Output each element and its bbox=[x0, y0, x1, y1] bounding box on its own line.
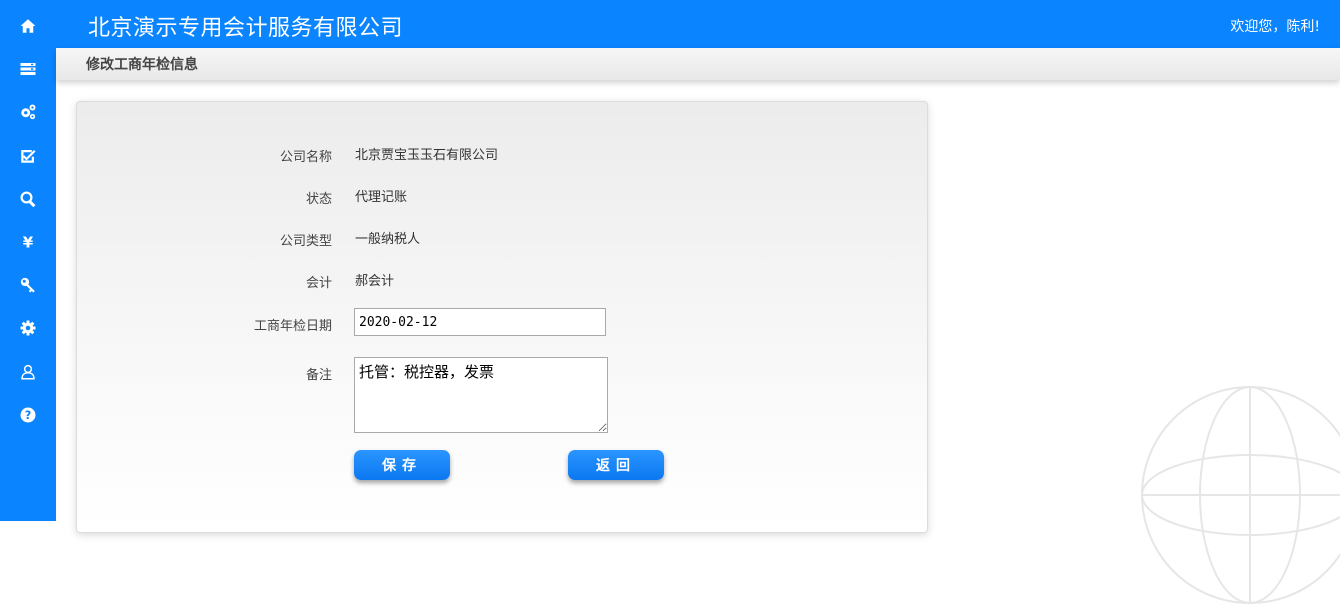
svg-text:?: ? bbox=[25, 409, 32, 422]
company-type-value: 一般纳税人 bbox=[355, 232, 421, 247]
user-icon bbox=[21, 364, 35, 380]
accountant-value: 郝会计 bbox=[355, 274, 395, 289]
top-bar: 北京演示专用会计服务有限公司 欢迎您，陈利! bbox=[56, 0, 1340, 48]
sidebar-item-search[interactable] bbox=[0, 179, 56, 219]
page-header: 修改工商年检信息 bbox=[56, 48, 1340, 80]
sidebar-item-gears[interactable] bbox=[0, 92, 56, 132]
sidebar-item-help[interactable]: ? bbox=[0, 395, 56, 435]
edit-form-card: 公司名称 北京贾宝玉玉石有限公司 状态 代理记账 公司类型 一般纳税人 会计 郝… bbox=[76, 101, 928, 533]
accountant-label: 会计 bbox=[305, 276, 332, 291]
sidebar-item-home[interactable] bbox=[0, 6, 56, 46]
sidebar-item-tasks[interactable] bbox=[0, 136, 56, 176]
back-button[interactable]: 返回 bbox=[568, 450, 664, 480]
app-title: 北京演示专用会计服务有限公司 bbox=[88, 16, 404, 41]
save-button[interactable]: 保存 bbox=[354, 450, 450, 480]
status-value: 代理记账 bbox=[355, 190, 408, 205]
list-icon bbox=[20, 63, 36, 75]
home-icon bbox=[20, 19, 36, 33]
globe-watermark-icon bbox=[1141, 386, 1340, 604]
gear-icon bbox=[20, 320, 36, 336]
sidebar-item-settings[interactable] bbox=[0, 308, 56, 348]
help-icon: ? bbox=[20, 407, 36, 423]
inspection-date-input[interactable] bbox=[354, 308, 606, 336]
remark-textarea[interactable]: 托管：税控器，发票 bbox=[354, 357, 608, 433]
status-label: 状态 bbox=[305, 192, 332, 207]
company-name-label: 公司名称 bbox=[279, 150, 332, 165]
sidebar-item-user[interactable] bbox=[0, 352, 56, 392]
sidebar-item-list[interactable] bbox=[0, 49, 56, 89]
sidebar-item-keys[interactable] bbox=[0, 265, 56, 305]
svg-text:¥: ¥ bbox=[23, 233, 34, 251]
company-name-value: 北京贾宝玉玉石有限公司 bbox=[355, 148, 499, 163]
page-title: 修改工商年检信息 bbox=[86, 57, 198, 73]
key-icon bbox=[20, 277, 35, 293]
inspection-date-label: 工商年检日期 bbox=[253, 319, 332, 334]
check-square-icon bbox=[21, 150, 36, 163]
welcome-text: 欢迎您，陈利! bbox=[1230, 19, 1320, 35]
sidebar-item-finance[interactable]: ¥ bbox=[0, 222, 56, 262]
sidebar: ¥ ? bbox=[0, 0, 56, 521]
yen-icon: ¥ bbox=[23, 233, 34, 251]
gears-icon bbox=[21, 104, 36, 120]
remark-label: 备注 bbox=[305, 368, 332, 383]
company-type-label: 公司类型 bbox=[279, 234, 332, 249]
search-icon bbox=[20, 191, 36, 208]
